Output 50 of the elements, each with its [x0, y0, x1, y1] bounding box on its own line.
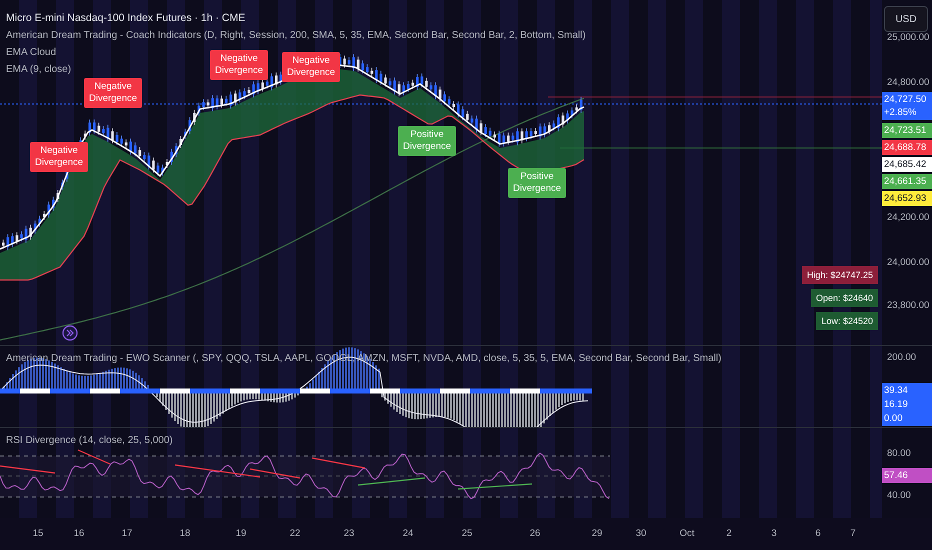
price-tag: 24,661.35 [882, 174, 932, 189]
value-tag: 16.19 [882, 397, 932, 412]
time-axis-label: 25 [462, 528, 472, 539]
time-axis-label: 2 [726, 528, 732, 539]
price-tag: 24,688.78 [882, 140, 932, 155]
price-axis-label: 24,000.00 [887, 257, 930, 268]
price-axis-label: 24,800.00 [887, 77, 930, 88]
indicator-label: RSI Divergence (14, close, 25, 5,000) [6, 434, 173, 448]
time-axis-label: 7 [850, 528, 856, 539]
negative-divergence-label: Negative Divergence [282, 52, 340, 82]
price-tag: 24,685.42 [882, 157, 932, 172]
negative-divergence-label: Negative Divergence [210, 50, 268, 80]
value-axis-label: 200.00 [887, 352, 916, 363]
time-axis-label: 18 [180, 528, 190, 539]
price-info-box: High: $24747.25 [802, 266, 878, 284]
chart-title: Micro E-mini Nasdaq-100 Index Futures · 1h · CME [6, 11, 246, 26]
price-tag: 24,727.50 +2.85% [882, 92, 932, 120]
indicator-label: American Dream Trading - Coach Indicators (D, Right, Session, 200, SMA, 5, 35, EMA, Second Bar, Second Bar, 2, Bottom, Small) [6, 29, 586, 43]
price-axis-label: 25,000.00 [887, 32, 930, 43]
price-tag: 24,652.93 [882, 191, 932, 206]
indicator-label: EMA (9, close) [6, 63, 72, 77]
price-axis-label: 24,200.00 [887, 212, 930, 223]
value-axis-label: 40.00 [887, 490, 911, 501]
negative-divergence-label: Negative Divergence [30, 142, 88, 172]
time-axis-label: Oct [680, 528, 694, 539]
value-axis-label: 80.00 [887, 448, 911, 459]
positive-divergence-label: Positive Divergence [508, 168, 566, 198]
price-info-box: Open: $24640 [810, 289, 878, 307]
time-axis-label: 29 [592, 528, 602, 539]
time-axis-label: 30 [636, 528, 646, 539]
value-tag: 0.00 [882, 411, 932, 426]
value-tag: 57.46 [882, 468, 932, 483]
price-axis-label: 23,800.00 [887, 300, 930, 311]
time-axis-label: 15 [32, 528, 44, 539]
negative-divergence-label: Negative Divergence [84, 78, 142, 108]
price-info-box: Low: $24520 [816, 312, 878, 330]
time-axis-label: 17 [122, 528, 132, 539]
time-axis-label: 19 [236, 528, 246, 539]
time-axis-label: 3 [771, 528, 777, 539]
currency-button[interactable]: USD [884, 6, 928, 32]
time-axis-label: 23 [344, 528, 354, 539]
value-tag: 39.34 [882, 383, 932, 398]
time-axis-label: 22 [290, 528, 300, 539]
indicator-label: EMA Cloud [6, 46, 56, 60]
price-tag: 24,723.51 [882, 123, 932, 138]
time-axis-label: 24 [402, 528, 414, 539]
time-axis-label: 26 [530, 528, 540, 539]
time-axis-label: 16 [74, 528, 84, 539]
time-axis-label: 6 [815, 528, 821, 539]
positive-divergence-label: Positive Divergence [398, 126, 456, 156]
